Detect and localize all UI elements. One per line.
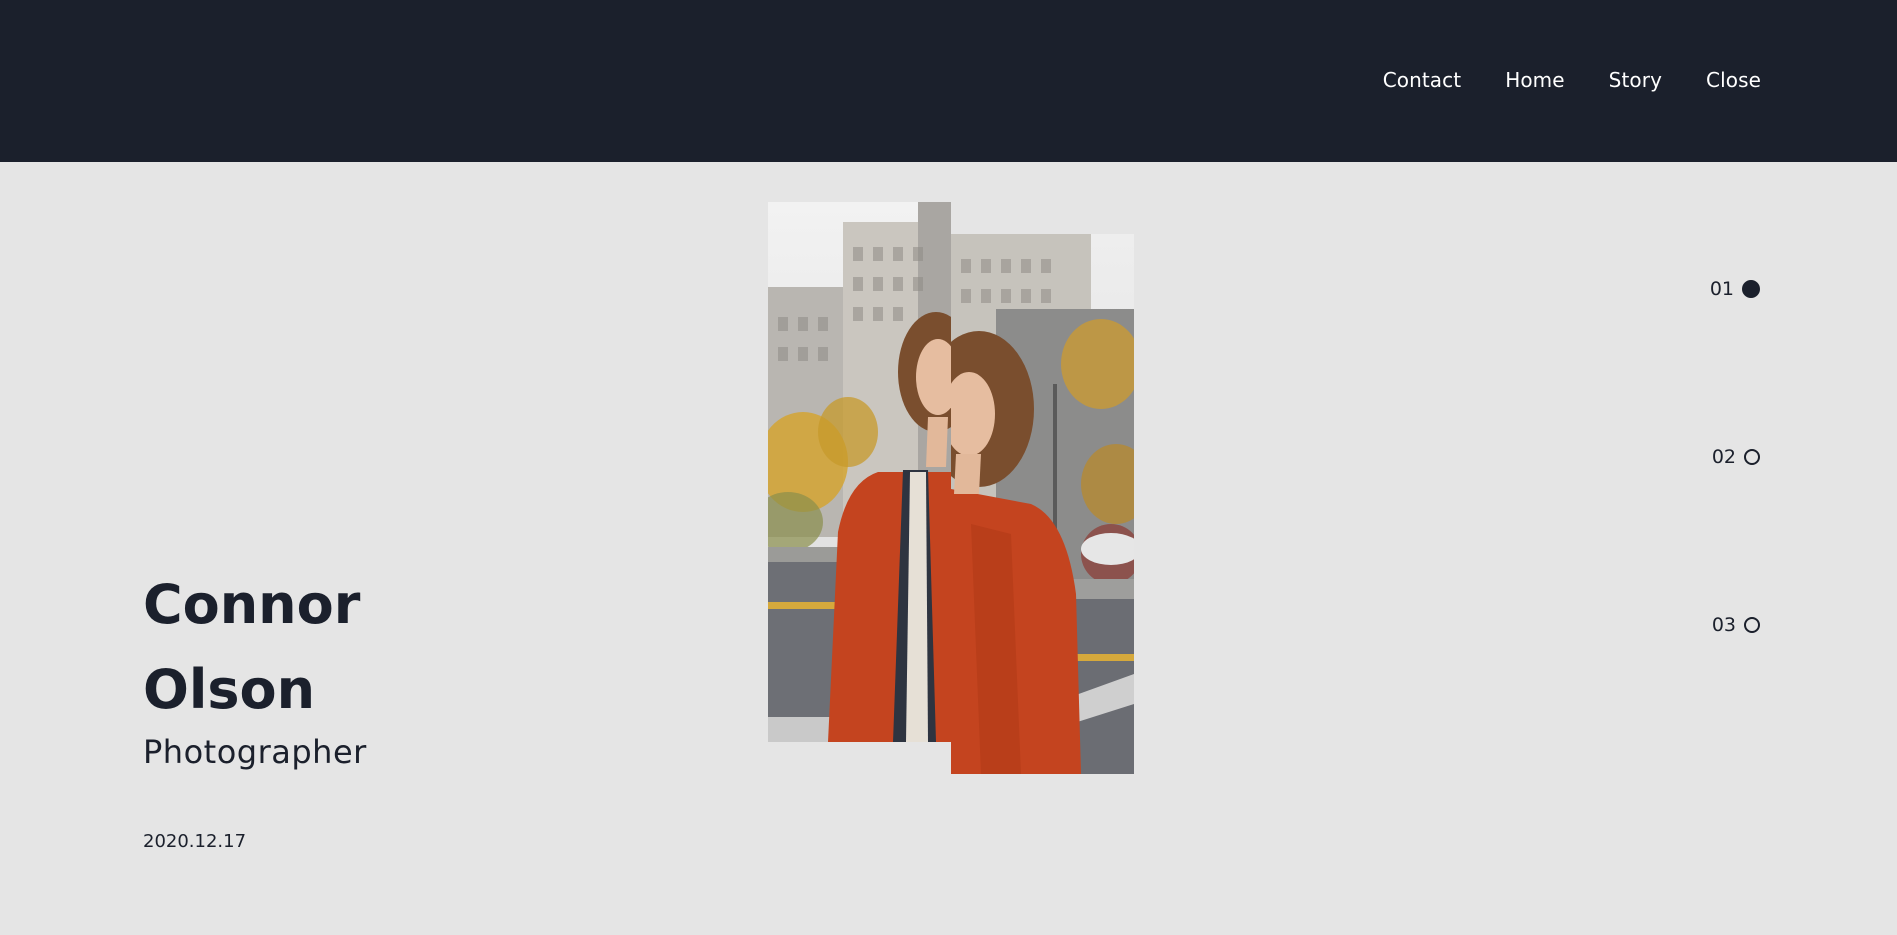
hero-last-name: Olson: [143, 658, 316, 721]
hero-photo-left: [768, 202, 951, 742]
slide-number: 02: [1711, 446, 1736, 468]
hero-section: Connor Olson Photographer 2020.12.17 01 …: [0, 162, 1897, 935]
nav-close-link[interactable]: Close: [1706, 66, 1761, 94]
slide-indicator-01[interactable]: 01: [1710, 278, 1760, 300]
hero-name: Connor Olson: [143, 562, 360, 732]
hero-first-name: Connor: [143, 573, 361, 636]
slide-active-dot-icon: [1742, 280, 1760, 298]
slide-indicator-02[interactable]: 02: [1712, 446, 1760, 468]
nav-contact-link[interactable]: Contact: [1383, 66, 1462, 94]
slide-dot-icon: [1744, 617, 1760, 633]
main-nav: Contact Home Story Close: [1383, 66, 1761, 94]
slide-number: 01: [1709, 278, 1734, 300]
portrait-photo-left: [768, 202, 951, 742]
portrait-photo-right: [951, 234, 1134, 774]
slide-indicators: 01 02 03: [1680, 162, 1760, 935]
hero-photo-right: [951, 234, 1134, 774]
slide-dot-icon: [1744, 449, 1760, 465]
nav-home-link[interactable]: Home: [1505, 66, 1564, 94]
hero-role: Photographer: [143, 733, 367, 771]
slide-indicator-03[interactable]: 03: [1712, 614, 1760, 636]
nav-story-link[interactable]: Story: [1609, 66, 1662, 94]
slide-number: 03: [1711, 614, 1736, 636]
top-header: Contact Home Story Close: [0, 0, 1897, 162]
hero-date: 2020.12.17: [143, 831, 247, 852]
